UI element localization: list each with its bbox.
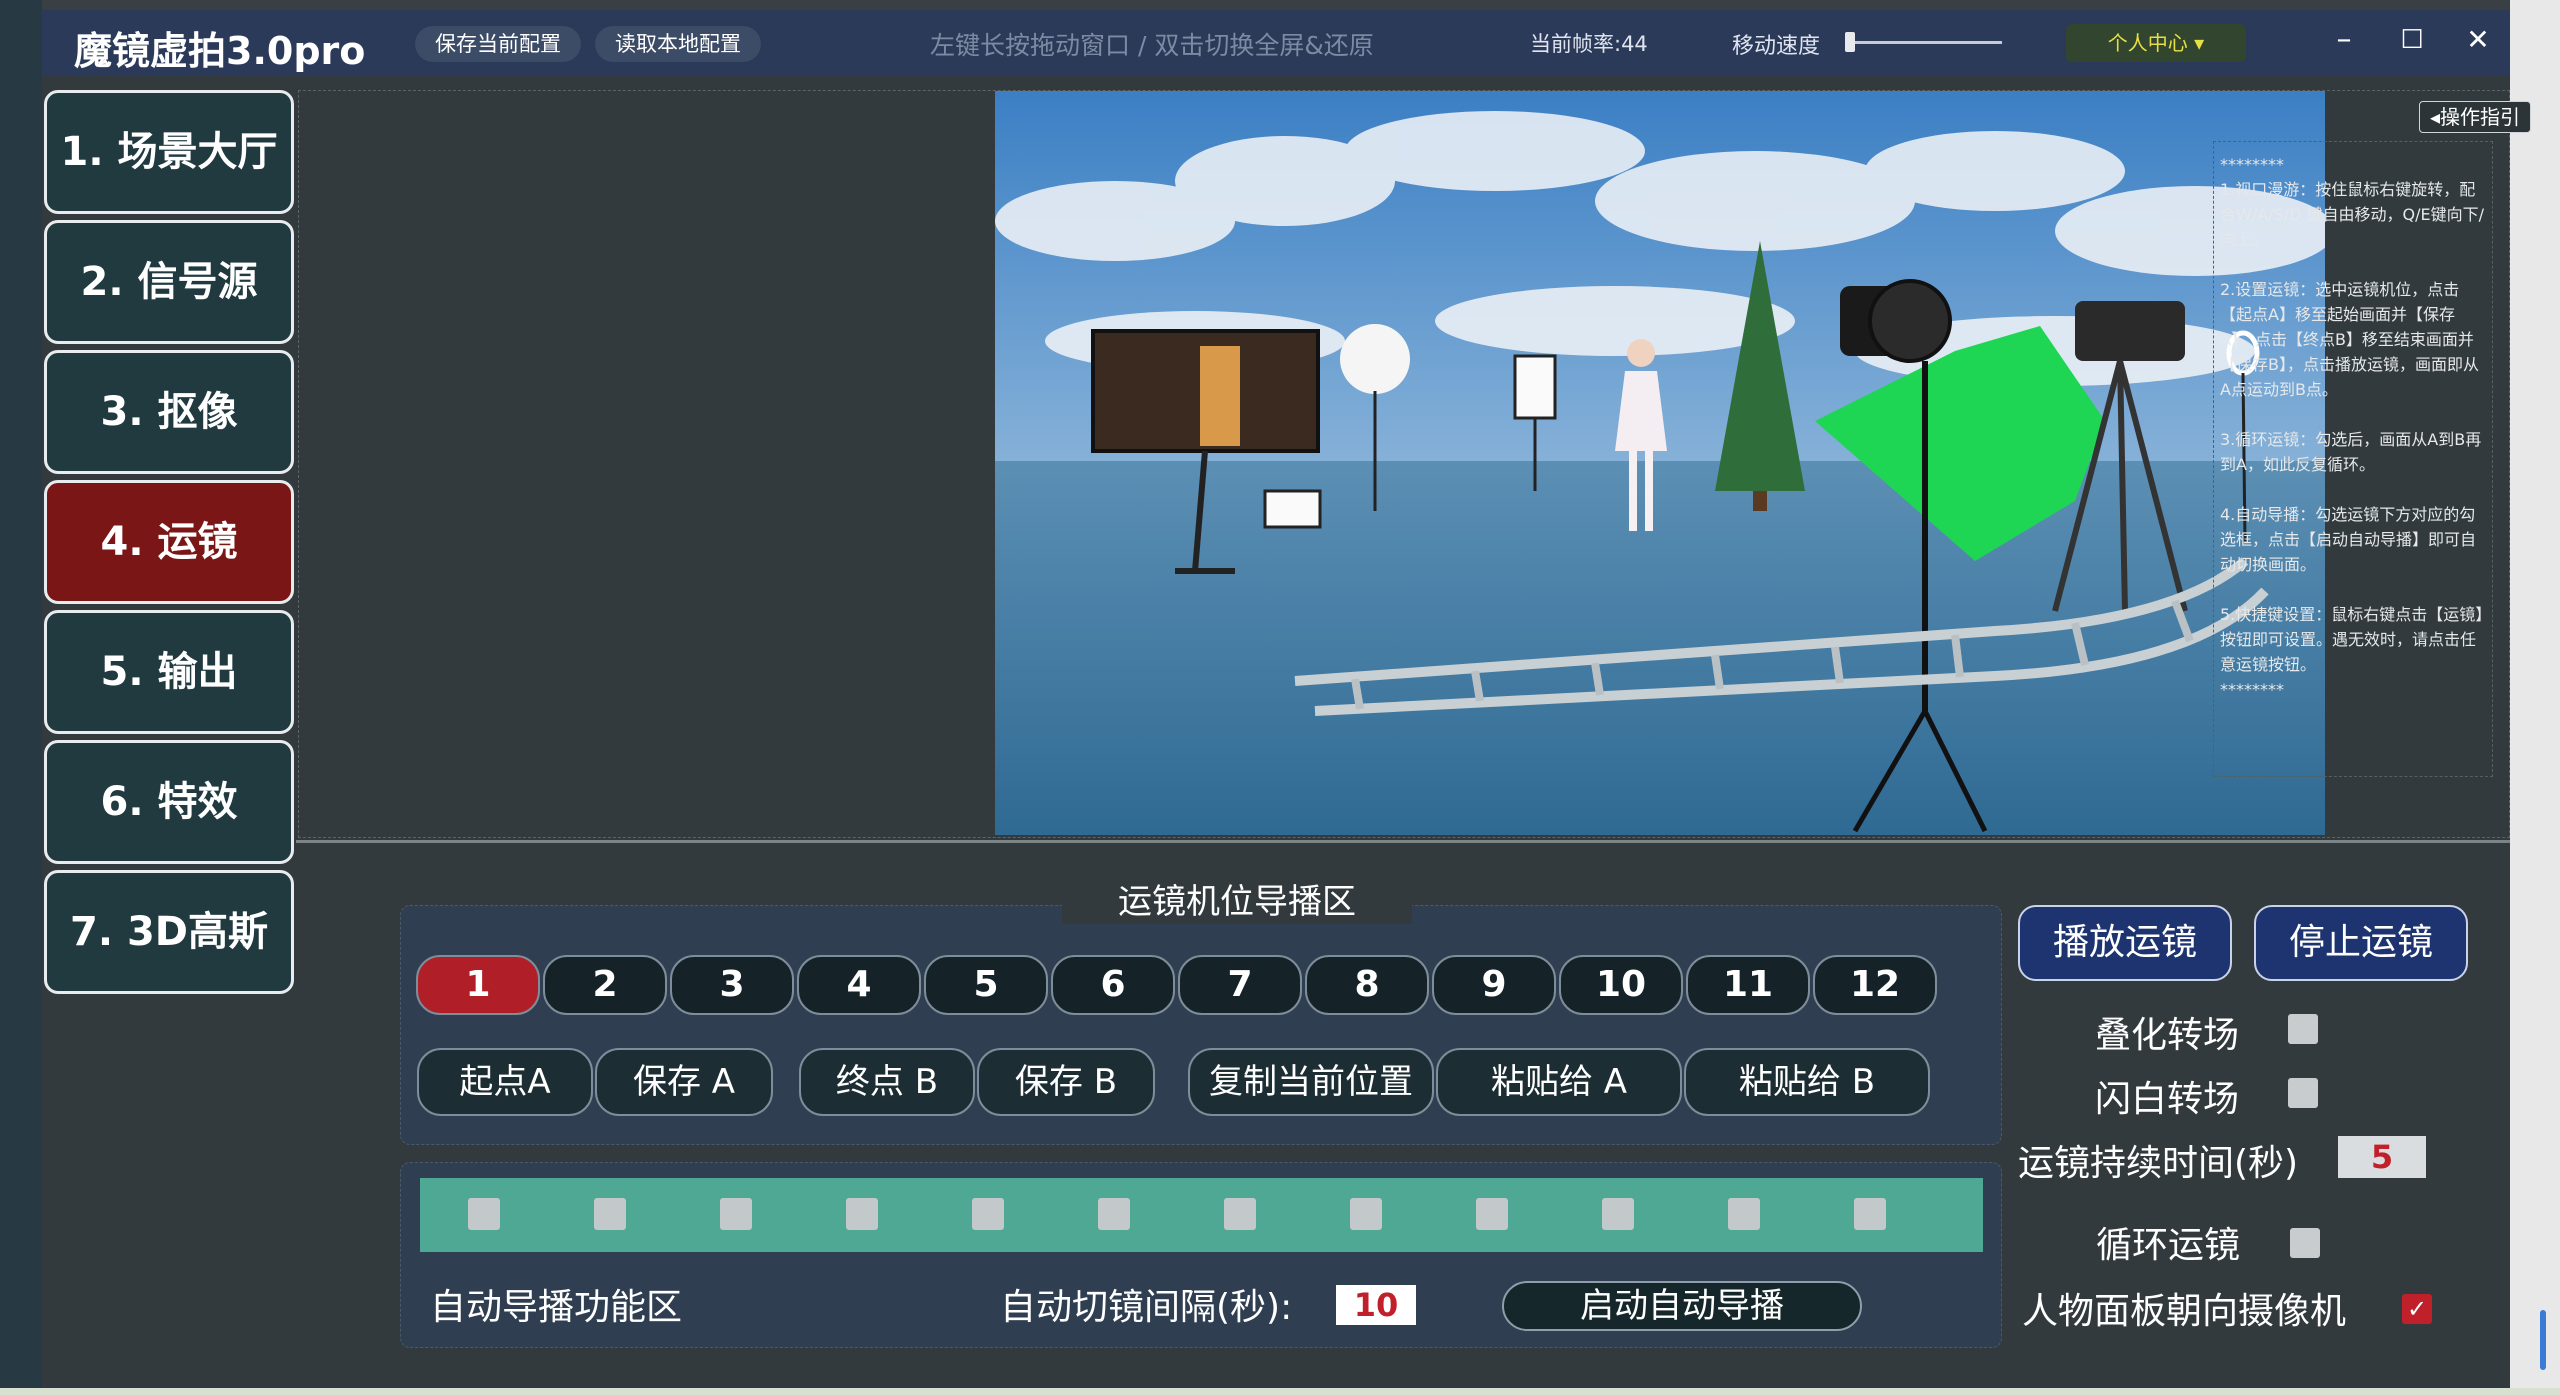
desktop-bottom-edge — [0, 1388, 2560, 1395]
camera-position-button-10[interactable]: 10 — [1559, 955, 1683, 1015]
save-b-button[interactable]: 保存 B — [977, 1048, 1155, 1116]
camera-position-button-2[interactable]: 2 — [543, 955, 667, 1015]
guide-item: 5.快捷键设置：鼠标右键点击【运镜】按钮即可设置。遇无效时，请点击任意运镜按钮。 — [2220, 605, 2484, 674]
desktop-left-edge — [0, 0, 42, 1390]
guide-item: 1.视口漫游：按住鼠标右键旋转，配合W/A/S/D 键自由移动，Q/E键向下/向… — [2220, 180, 2484, 249]
crossfade-checkbox[interactable] — [2288, 1014, 2318, 1044]
auto-director-checkbox-12[interactable] — [1854, 1198, 1886, 1230]
auto-interval-label: 自动切镜间隔(秒): — [1000, 1287, 1293, 1328]
paste-to-a-button[interactable]: 粘贴给 A — [1436, 1048, 1682, 1116]
auto-director-checkbox-7[interactable] — [1224, 1198, 1256, 1230]
auto-director-checkbox-4[interactable] — [846, 1198, 878, 1230]
scene-preview[interactable] — [995, 91, 2325, 835]
face-camera-checkbox[interactable]: ✓ — [2402, 1294, 2432, 1324]
move-speed-label: 移动速度 — [1732, 34, 1821, 59]
operation-guide-button[interactable]: ◂操作指引 — [2419, 101, 2532, 133]
auto-director-checkbox-10[interactable] — [1602, 1198, 1634, 1230]
camera-position-button-9[interactable]: 9 — [1432, 955, 1556, 1015]
auto-director-checkbox-3[interactable] — [720, 1198, 752, 1230]
guide-stars-bottom: ******** — [2220, 680, 2284, 699]
camera-position-button-1[interactable]: 1 — [416, 955, 540, 1015]
camera-position-button-11[interactable]: 11 — [1686, 955, 1810, 1015]
scene-image — [995, 91, 2325, 835]
user-center-dropdown[interactable]: 个人中心 ▾ — [2066, 24, 2246, 62]
play-camera-move-button[interactable]: 播放运镜 — [2018, 905, 2232, 981]
auto-director-checkbox-6[interactable] — [1098, 1198, 1130, 1230]
auto-director-checkbox-8[interactable] — [1350, 1198, 1382, 1230]
desktop-right-edge — [2510, 0, 2560, 1390]
save-config-button[interactable]: 保存当前配置 — [415, 26, 581, 62]
camera-position-button-3[interactable]: 3 — [670, 955, 794, 1015]
camera-position-button-6[interactable]: 6 — [1051, 955, 1175, 1015]
face-camera-label: 人物面板朝向摄像机 — [2022, 1291, 2347, 1332]
camera-position-button-8[interactable]: 8 — [1305, 955, 1429, 1015]
load-config-button[interactable]: 读取本地配置 — [595, 26, 761, 62]
scrollbar-thumb[interactable] — [2540, 1310, 2546, 1370]
sidebar-item-4[interactable]: 4. 运镜 — [44, 480, 294, 604]
auto-director-checkbox-11[interactable] — [1728, 1198, 1760, 1230]
camera-duration-label: 运镜持续时间(秒) — [2018, 1143, 2299, 1184]
loop-camera-checkbox[interactable] — [2290, 1228, 2320, 1258]
guide-item: 4.自动导播：勾选运镜下方对应的勾选框，点击【启动自动导播】即可自动切换画面。 — [2220, 505, 2477, 574]
crossfade-label: 叠化转场 — [2095, 1015, 2240, 1056]
camera-position-button-4[interactable]: 4 — [797, 955, 921, 1015]
camera-director-title: 运镜机位导播区 — [1062, 880, 1412, 924]
copy-position-button[interactable]: 复制当前位置 — [1188, 1048, 1434, 1116]
auto-director-label: 自动导播功能区 — [430, 1287, 683, 1328]
viewport-divider — [296, 840, 2510, 843]
sidebar-item-2[interactable]: 2. 信号源 — [44, 220, 294, 344]
loop-camera-label: 循环运镜 — [2096, 1225, 2241, 1266]
title-bar-top-line — [42, 0, 2510, 10]
drag-hint: 左键长按拖动窗口 / 双击切换全屏&还原 — [930, 31, 1374, 60]
app-window: 魔镜虚拍3.0pro 保存当前配置 读取本地配置 左键长按拖动窗口 / 双击切换… — [0, 0, 2560, 1395]
save-a-button[interactable]: 保存 A — [595, 1048, 773, 1116]
title-bar[interactable]: 魔镜虚拍3.0pro 保存当前配置 读取本地配置 左键长按拖动窗口 / 双击切换… — [42, 0, 2510, 76]
minimize-button[interactable]: – — [2324, 18, 2364, 62]
camera-position-button-5[interactable]: 5 — [924, 955, 1048, 1015]
sidebar-item-3[interactable]: 3. 抠像 — [44, 350, 294, 474]
main-window: 魔镜虚拍3.0pro 保存当前配置 读取本地配置 左键长按拖动窗口 / 双击切换… — [42, 0, 2532, 1388]
start-auto-director-button[interactable]: 启动自动导播 — [1502, 1281, 1862, 1331]
flash-white-label: 闪白转场 — [2095, 1079, 2240, 1120]
end-b-button[interactable]: 终点 B — [799, 1048, 975, 1116]
move-speed-slider[interactable] — [1847, 41, 2002, 44]
auto-interval-input[interactable]: 10 — [1336, 1285, 1416, 1325]
start-a-button[interactable]: 起点A — [417, 1048, 593, 1116]
camera-position-button-7[interactable]: 7 — [1178, 955, 1302, 1015]
move-speed-slider-thumb[interactable] — [1845, 32, 1856, 52]
app-title: 魔镜虚拍3.0pro — [74, 29, 366, 73]
paste-to-b-button[interactable]: 粘贴给 B — [1684, 1048, 1930, 1116]
sidebar-item-6[interactable]: 6. 特效 — [44, 740, 294, 864]
operation-guide-panel: ******** 1.视口漫游：按住鼠标右键旋转，配合W/A/S/D 键自由移动… — [2213, 141, 2493, 777]
3d-viewport[interactable]: ◂操作指引 ******** 1.视口漫游：按住鼠标右键旋转，配合W/A/S/D… — [298, 90, 2532, 838]
sidebar-item-5[interactable]: 5. 输出 — [44, 610, 294, 734]
stop-camera-move-button[interactable]: 停止运镜 — [2254, 905, 2468, 981]
guide-item: 2.设置运镜：选中运镜机位，点击【起点A】移至起始画面并【保存A】，点击【终点B… — [2220, 280, 2479, 399]
sidebar-item-1[interactable]: 1. 场景大厅 — [44, 90, 294, 214]
maximize-button[interactable]: ☐ — [2392, 18, 2432, 62]
fps-readout: 当前帧率:44 — [1530, 32, 1648, 56]
flash-white-checkbox[interactable] — [2288, 1078, 2318, 1108]
auto-director-checkbox-1[interactable] — [468, 1198, 500, 1230]
camera-duration-input[interactable]: 5 — [2338, 1136, 2426, 1178]
close-button[interactable]: ✕ — [2458, 18, 2498, 62]
auto-director-checkbox-2[interactable] — [594, 1198, 626, 1230]
guide-item: 3.循环运镜：勾选后，画面从A到B再到A，如此反复循环。 — [2220, 430, 2482, 474]
sidebar-item-7[interactable]: 7. 3D高斯 — [44, 870, 294, 994]
auto-director-checkbox-5[interactable] — [972, 1198, 1004, 1230]
camera-position-button-12[interactable]: 12 — [1813, 955, 1937, 1015]
guide-stars-top: ******** — [2220, 155, 2284, 174]
auto-director-checkbox-9[interactable] — [1476, 1198, 1508, 1230]
